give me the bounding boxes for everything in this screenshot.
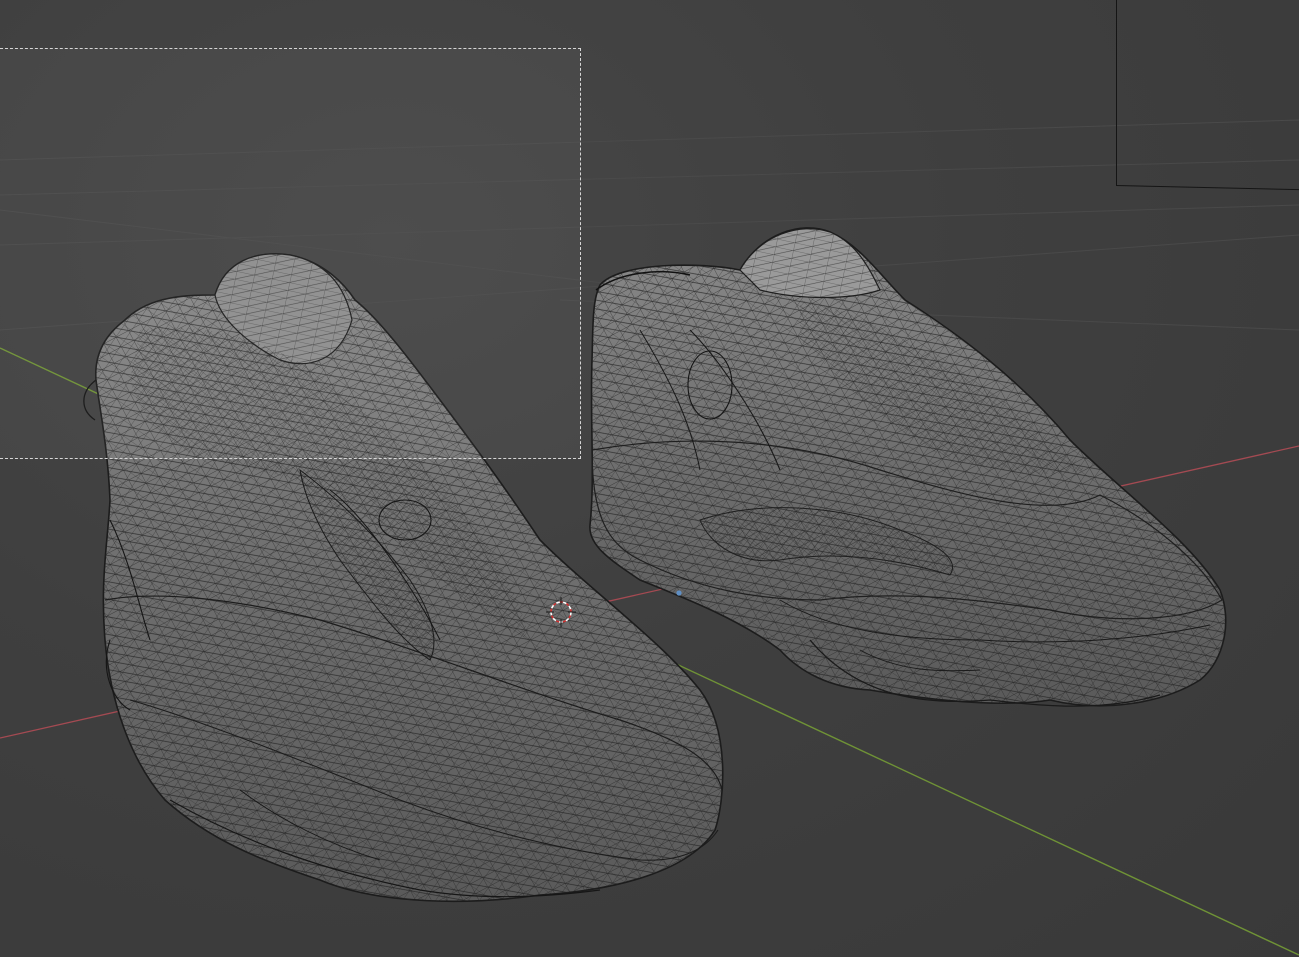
box-select-rectangle xyxy=(0,48,581,459)
camera-frame-outline xyxy=(1116,0,1299,191)
3d-viewport[interactable] xyxy=(0,0,1299,957)
sneaker-right-mesh[interactable] xyxy=(589,227,1227,707)
object-origin-point xyxy=(676,590,682,596)
